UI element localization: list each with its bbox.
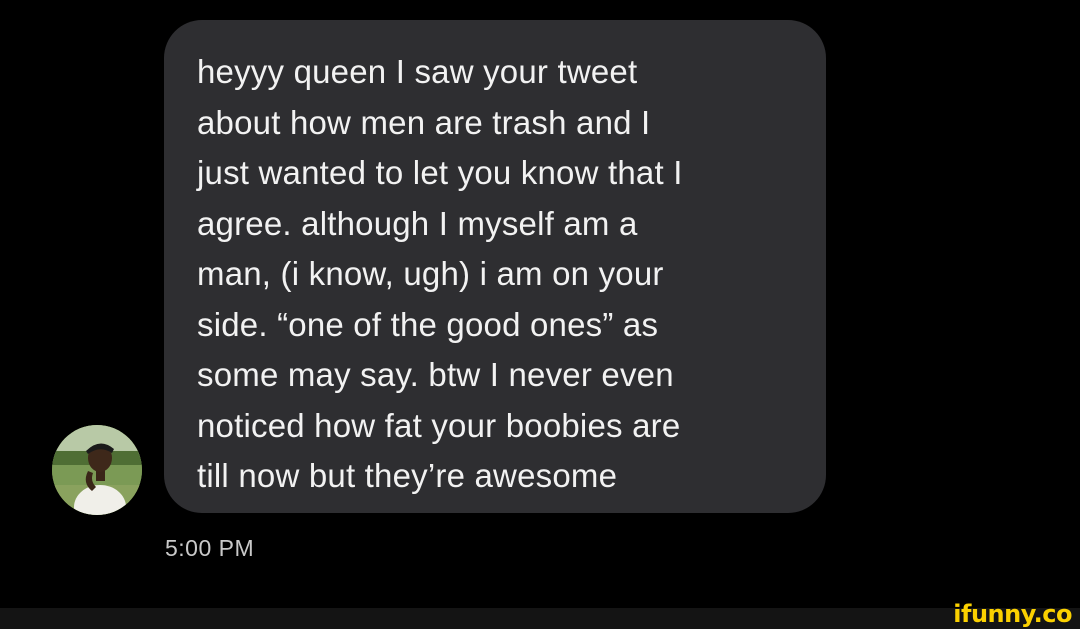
watermark-bar — [0, 608, 1080, 629]
dm-screen: heyyy queen I saw your tweet about how m… — [0, 0, 1080, 629]
ifunny-watermark: ifunny.co — [953, 600, 1072, 628]
user-avatar-photo-icon — [52, 425, 142, 515]
message-text: heyyy queen I saw your tweet about how m… — [197, 53, 683, 494]
message-row: heyyy queen I saw your tweet about how m… — [0, 0, 1080, 561]
message-timestamp: 5:00 PM — [165, 535, 255, 561]
sender-avatar[interactable] — [52, 425, 142, 515]
message-bubble[interactable]: heyyy queen I saw your tweet about how m… — [164, 20, 826, 513]
